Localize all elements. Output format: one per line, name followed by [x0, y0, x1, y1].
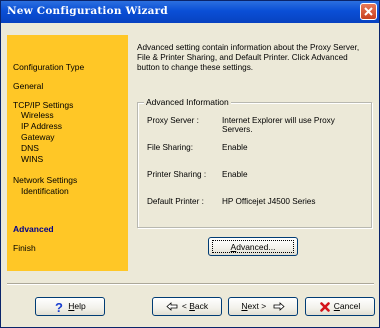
proxy-server-value-line: Servers.	[222, 125, 253, 134]
advanced-button[interactable]: Advanced...	[208, 237, 298, 256]
default-printer-value: HP Officejet J4500 Series	[222, 197, 316, 206]
arrow-right-icon	[273, 302, 285, 312]
nav-item-wins: WINS	[21, 154, 44, 164]
advanced-information-legend: Advanced Information	[144, 97, 231, 107]
intro-line: button to change these settings.	[137, 63, 254, 72]
intro-text: Advanced setting contain information abo…	[137, 43, 373, 73]
nav-item-gateway: Gateway	[21, 132, 55, 142]
window-title: New Configuration Wizard	[7, 5, 168, 17]
nav-item-tcpip-settings: TCP/IP Settings	[13, 100, 74, 110]
nav-item-configuration-type: Configuration Type	[13, 62, 85, 72]
default-printer-label: Default Printer :	[147, 197, 204, 206]
nav-item-ip-address: IP Address	[21, 121, 62, 131]
file-sharing-value: Enable	[222, 143, 248, 152]
file-sharing-label: File Sharing:	[147, 143, 193, 152]
close-icon	[364, 7, 373, 16]
proxy-server-value-line: Internet Explorer will use Proxy	[222, 116, 335, 125]
nav-item-finish: Finish	[13, 243, 36, 253]
next-button[interactable]: Next >	[228, 297, 298, 316]
red-x-icon	[319, 301, 330, 312]
proxy-server-label: Proxy Server :	[147, 116, 199, 125]
cancel-button[interactable]: Cancel	[305, 297, 375, 316]
printer-sharing-value: Enable	[222, 170, 248, 179]
question-mark-icon: ?	[55, 301, 63, 313]
arrow-left-icon	[166, 302, 178, 312]
close-button[interactable]	[360, 3, 377, 20]
title-bar[interactable]: New Configuration Wizard	[1, 1, 379, 23]
button-separator	[7, 283, 374, 285]
nav-item-dns: DNS	[21, 143, 39, 153]
wizard-window: New Configuration Wizard Configuration T…	[0, 0, 380, 328]
intro-line: Advanced setting contain information abo…	[137, 43, 360, 52]
printer-sharing-label: Printer Sharing :	[147, 170, 207, 179]
intro-line: File & Printer Sharing, and Default Prin…	[137, 53, 348, 62]
nav-item-identification: Identification	[21, 186, 69, 196]
svg-text:?: ?	[55, 301, 63, 313]
proxy-server-value: Internet Explorer will use Proxy Servers…	[222, 116, 362, 134]
wizard-steps-sidebar: Configuration Type General TCP/IP Settin…	[7, 35, 128, 271]
nav-item-general: General	[13, 81, 44, 91]
nav-item-network-settings: Network Settings	[13, 175, 78, 185]
nav-item-wireless: Wireless	[21, 110, 54, 120]
back-button[interactable]: < Back	[152, 297, 222, 316]
nav-item-advanced: Advanced	[13, 224, 54, 234]
help-button[interactable]: ? Help	[35, 297, 105, 316]
